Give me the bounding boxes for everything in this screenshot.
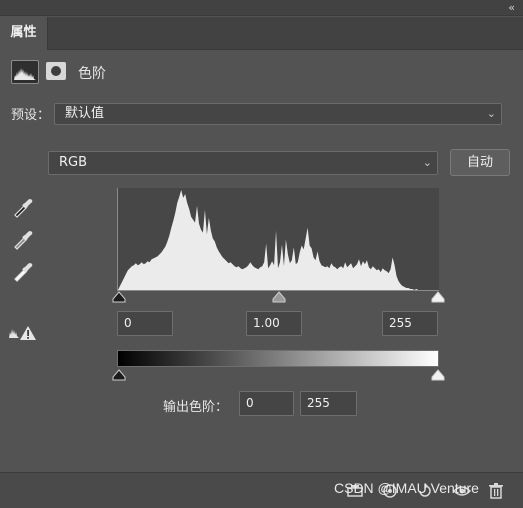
auto-button[interactable]: 自动	[450, 149, 510, 176]
input-gamma-slider-handle[interactable]	[272, 291, 286, 303]
input-black-field[interactable]: 0	[117, 311, 173, 336]
input-black-slider-handle[interactable]	[112, 291, 126, 303]
chevron-down-icon: ⌄	[486, 107, 496, 120]
output-black-field[interactable]: 0	[239, 391, 294, 416]
tab-properties[interactable]: 属性	[0, 17, 48, 50]
trash-icon[interactable]	[486, 481, 506, 501]
input-gamma-field[interactable]: 1.00	[246, 311, 302, 336]
histogram-graph	[118, 190, 440, 290]
histogram-fill	[118, 190, 440, 290]
output-white-slider-handle[interactable]	[431, 369, 445, 381]
panel-title-strip: ‹‹	[0, 0, 523, 16]
channel-dropdown[interactable]: RGB ⌄	[48, 151, 438, 175]
channel-value: RGB	[59, 155, 88, 170]
panel-tab-bar: 属性	[0, 17, 523, 50]
collapse-panel-icon[interactable]: ‹‹	[508, 1, 515, 14]
histogram-display	[117, 188, 440, 291]
layer-mask-icon[interactable]	[46, 62, 66, 80]
watermark-text: CSDN @IMAU Venture	[334, 480, 479, 496]
clipping-warning-icon[interactable]	[8, 322, 38, 342]
preset-dropdown[interactable]: 默认值 ⌄	[54, 103, 502, 125]
properties-panel: ‹‹ 属性 色阶 预设： 默认值 ⌄ RGB ⌄ 自动 0 1.00 255 输…	[0, 0, 523, 508]
white-point-eyedropper-icon[interactable]	[11, 259, 35, 283]
input-white-field[interactable]: 255	[382, 311, 438, 336]
histogram-icon[interactable]	[11, 60, 39, 84]
adjustment-title: 色阶	[78, 66, 106, 82]
preset-value: 默认值	[65, 106, 105, 121]
gray-point-eyedropper-icon[interactable]	[11, 227, 35, 251]
chevron-down-icon: ⌄	[422, 156, 432, 169]
preset-label: 预设：	[11, 108, 51, 123]
output-levels-label: 输出色阶：	[163, 400, 229, 415]
input-white-slider-handle[interactable]	[431, 291, 445, 303]
output-white-field[interactable]: 255	[300, 391, 357, 416]
output-gradient-bar	[117, 350, 439, 367]
black-point-eyedropper-icon[interactable]	[11, 195, 35, 219]
output-black-slider-handle[interactable]	[112, 369, 126, 381]
